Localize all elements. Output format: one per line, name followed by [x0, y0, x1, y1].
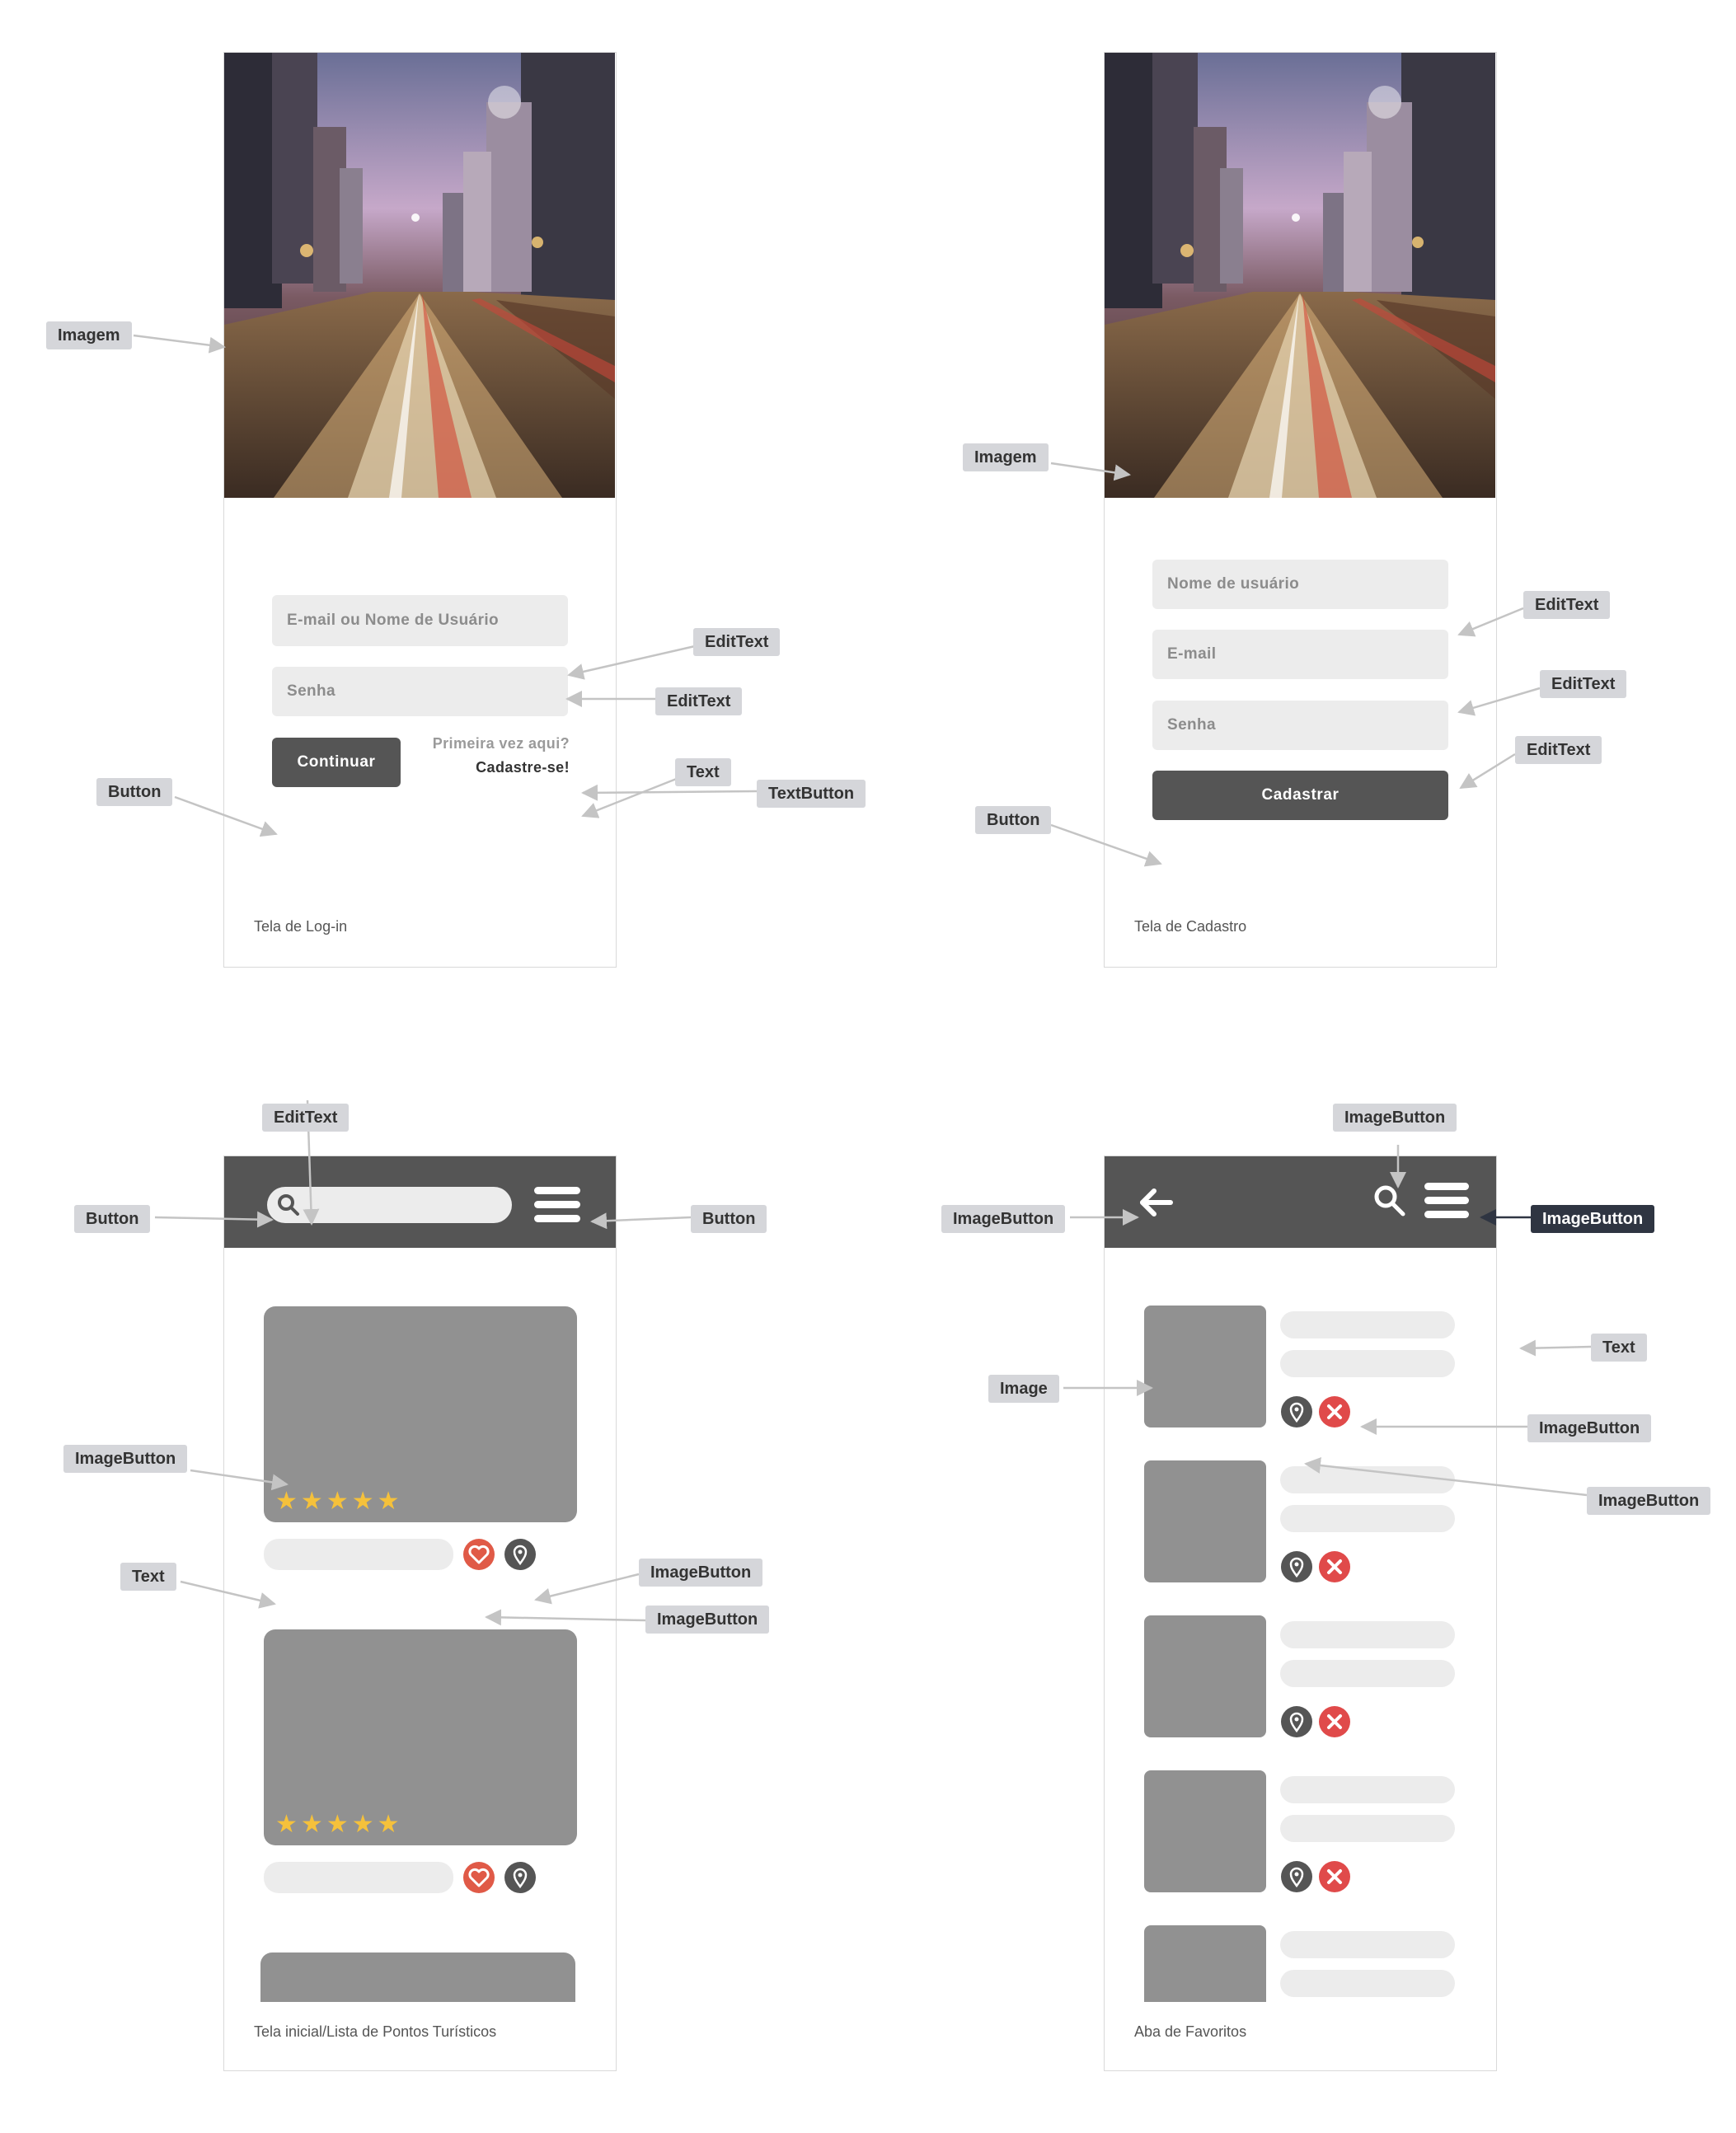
first-time-text: Primeira vez aqui? [432, 735, 570, 752]
favorite-thumbnail [1144, 1460, 1266, 1582]
annotation-tag: EditText [693, 628, 781, 656]
annotation-tag: ImageButton [1333, 1104, 1457, 1132]
favorites-screen: Aba de Favoritos [1104, 1156, 1497, 2071]
remove-icon[interactable] [1319, 1551, 1350, 1582]
annotation-tag: ImageButton [1587, 1487, 1711, 1515]
location-pin-icon[interactable] [1281, 1706, 1312, 1737]
favorite-subtitle-text [1280, 1660, 1455, 1687]
favorite-thumbnail [1144, 1615, 1266, 1737]
remove-icon[interactable] [1319, 1861, 1350, 1892]
favorite-subtitle-text [1280, 1815, 1455, 1842]
annotation-tag: EditText [262, 1104, 350, 1132]
annotation-tag: EditText [1515, 736, 1602, 764]
menu-icon[interactable] [1424, 1183, 1469, 1219]
home-screen: ★ ★ ★ ★ ★ ★ ★ ★ ★ ★ Tela inicial/Lista de Pontos… [223, 1156, 617, 2071]
favorite-title-text [1280, 1776, 1455, 1803]
star-icon: ★ [377, 1811, 400, 1838]
arrow [1519, 1339, 1592, 1357]
continue-button[interactable]: Continuar [272, 738, 401, 787]
annotation-tag: Image [988, 1375, 1059, 1403]
annotation-tag: Button [96, 778, 173, 806]
menu-icon[interactable] [534, 1187, 580, 1223]
star-icon: ★ [326, 1811, 349, 1838]
location-pin-icon[interactable] [504, 1539, 536, 1570]
annotation-tag: ImageButton [941, 1205, 1066, 1233]
attraction-name-text [264, 1862, 453, 1893]
favorite-thumbnail [1144, 1770, 1266, 1892]
screen-caption: Aba de Favoritos [1134, 2023, 1247, 2040]
star-icon: ★ [300, 1488, 323, 1515]
register-button[interactable]: Cadastrar [1152, 771, 1448, 820]
city-image [1105, 53, 1495, 498]
favorite-title-text [1280, 1466, 1455, 1493]
favorite-title-text [1280, 1311, 1455, 1338]
screen-caption: Tela inicial/Lista de Pontos Turísticos [254, 2023, 497, 2040]
favorite-thumbnail [1144, 1306, 1266, 1427]
favorite-item[interactable] [1105, 1306, 1496, 1437]
screen-caption: Tela de Log-in [254, 918, 348, 935]
remove-icon[interactable] [1319, 1396, 1350, 1427]
login-screen: E-mail ou Nome de Usuário Senha Continua… [223, 52, 617, 968]
annotation-tag: Imagem [963, 443, 1049, 471]
back-arrow-icon[interactable] [1138, 1188, 1174, 1217]
attraction-name-text [264, 1539, 453, 1570]
password-field[interactable]: Senha [272, 667, 568, 716]
annotation-tag: Button [691, 1205, 767, 1233]
email-field[interactable]: E-mail [1152, 630, 1448, 679]
star-rating: ★ ★ ★ ★ ★ [275, 1489, 400, 1514]
signup-screen: Nome de usuário E-mail Senha Cadastrar T… [1104, 52, 1497, 968]
star-icon: ★ [300, 1811, 323, 1838]
password-field[interactable]: Senha [1152, 701, 1448, 750]
annotation-tag: TextButton [757, 780, 866, 808]
search-icon[interactable] [275, 1192, 302, 1218]
favorite-item[interactable] [1105, 1615, 1496, 1747]
favorite-title-text [1280, 1931, 1455, 1958]
annotation-tag: ImageButton [1527, 1414, 1652, 1442]
attraction-card[interactable] [260, 1953, 575, 2002]
favorite-subtitle-text [1280, 1505, 1455, 1532]
screen-caption: Tela de Cadastro [1134, 918, 1247, 935]
search-input[interactable] [267, 1187, 512, 1223]
annotation-tag: ImageButton [63, 1445, 188, 1473]
annotation-tag: Button [975, 806, 1052, 834]
arrow [133, 334, 226, 354]
favorite-item[interactable] [1105, 1460, 1496, 1592]
annotation-tag: Text [120, 1563, 176, 1591]
annotation-tag: Button [74, 1205, 151, 1233]
signup-link[interactable]: Cadastre-se! [476, 759, 570, 776]
location-pin-icon[interactable] [1281, 1551, 1312, 1582]
location-pin-icon[interactable] [504, 1862, 536, 1893]
annotation-tag: Imagem [46, 321, 132, 349]
email-or-username-field[interactable]: E-mail ou Nome de Usuário [272, 595, 568, 646]
search-icon[interactable] [1372, 1183, 1408, 1219]
favorite-item[interactable] [1105, 1770, 1496, 1902]
star-icon: ★ [351, 1811, 374, 1838]
annotation-tag: ImageButton [645, 1606, 770, 1634]
favorite-subtitle-text [1280, 1970, 1455, 1997]
star-icon: ★ [351, 1488, 374, 1515]
annotation-tag: EditText [655, 687, 743, 715]
heart-icon[interactable] [463, 1539, 495, 1570]
city-image [224, 53, 615, 498]
annotation-tag: ImageButton [639, 1559, 763, 1587]
location-pin-icon[interactable] [1281, 1861, 1312, 1892]
annotation-tag: ImageButton [1531, 1205, 1655, 1233]
annotation-tag: EditText [1523, 591, 1611, 619]
annotation-tag: Text [675, 758, 731, 786]
top-bar [1105, 1156, 1496, 1248]
location-pin-icon[interactable] [1281, 1396, 1312, 1427]
heart-icon[interactable] [463, 1862, 495, 1893]
top-bar [224, 1156, 616, 1248]
star-rating: ★ ★ ★ ★ ★ [275, 1812, 400, 1837]
annotation-tag: Text [1591, 1334, 1647, 1362]
star-icon: ★ [326, 1488, 349, 1515]
favorite-title-text [1280, 1621, 1455, 1648]
username-field[interactable]: Nome de usuário [1152, 560, 1448, 609]
star-icon: ★ [275, 1488, 298, 1515]
star-icon: ★ [275, 1811, 298, 1838]
favorite-subtitle-text [1280, 1350, 1455, 1377]
annotation-tag: EditText [1540, 670, 1627, 698]
remove-icon[interactable] [1319, 1706, 1350, 1737]
star-icon: ★ [377, 1488, 400, 1515]
